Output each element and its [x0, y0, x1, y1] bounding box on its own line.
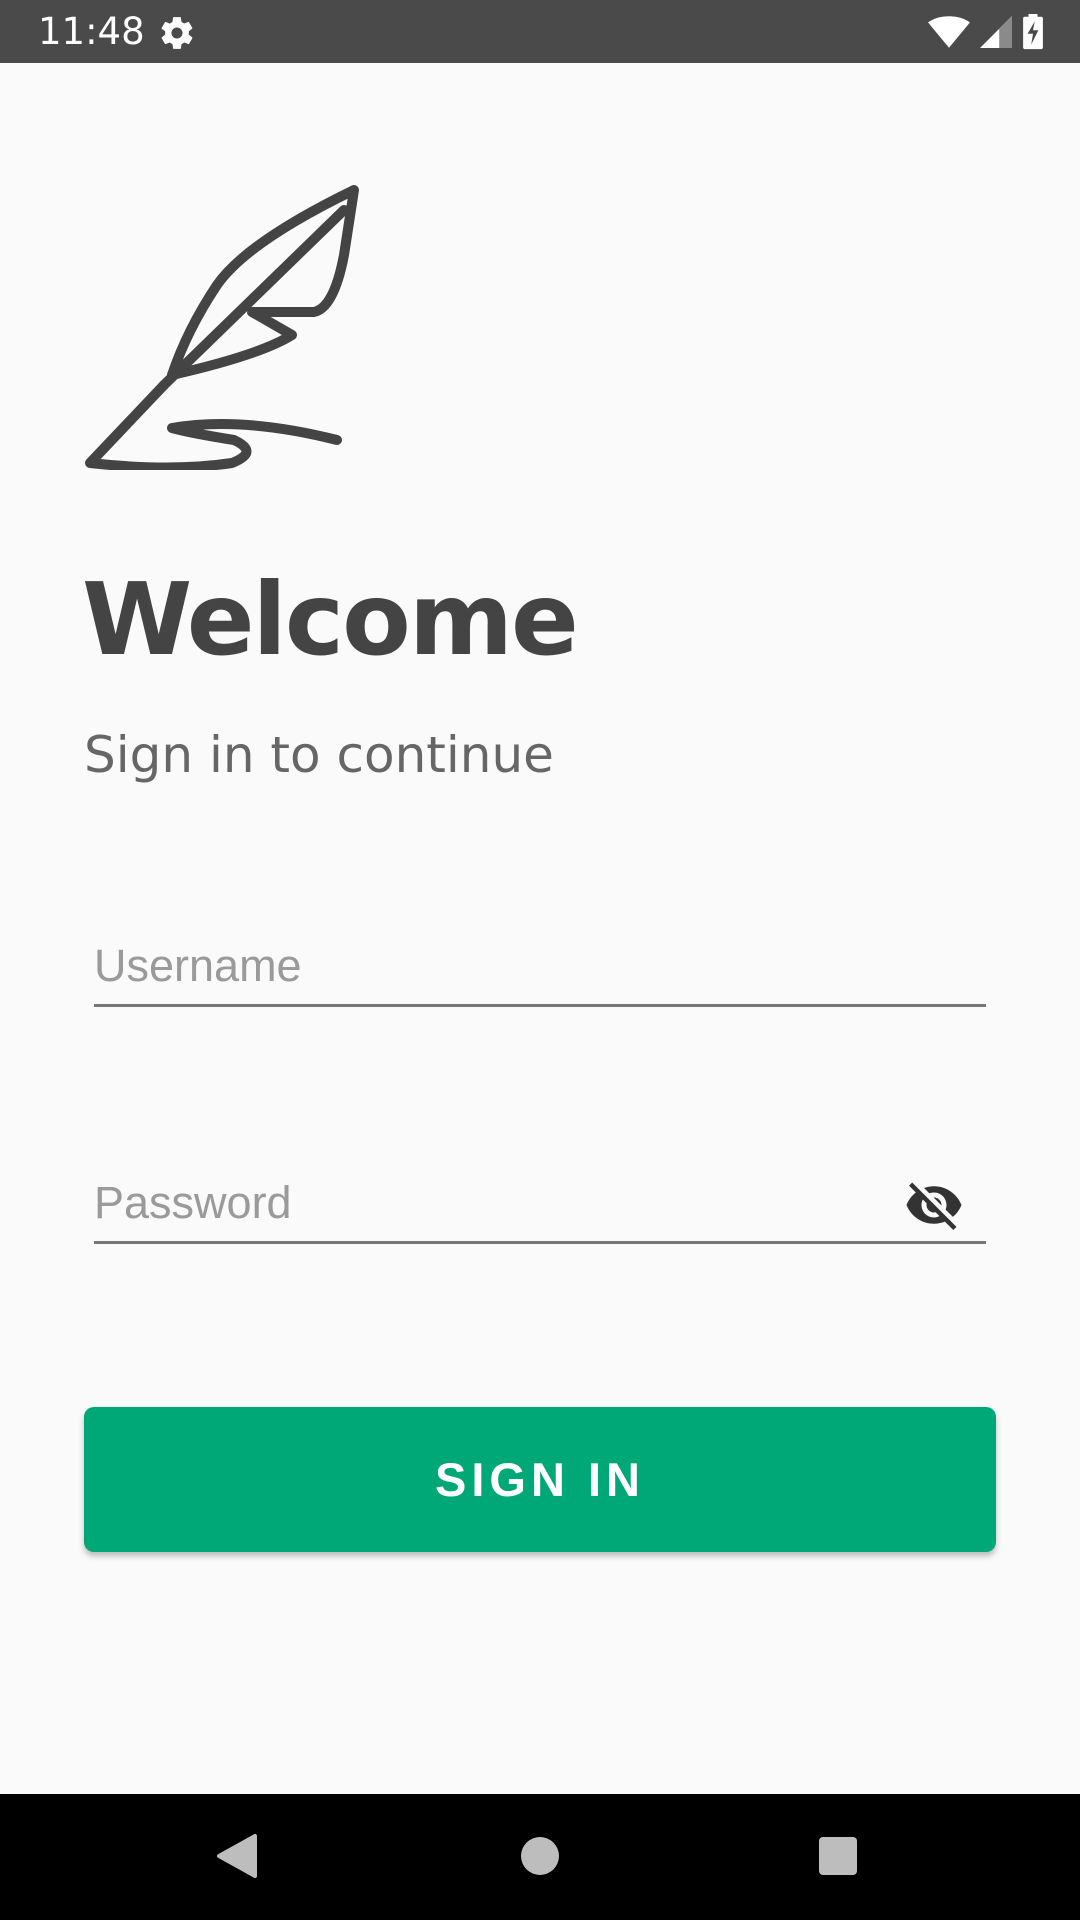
password-field[interactable]	[94, 1169, 986, 1244]
navigation-bar	[0, 1794, 1080, 1920]
home-icon[interactable]	[521, 1837, 559, 1875]
battery-charging-icon	[1023, 14, 1043, 50]
welcome-subtitle: Sign in to continue	[84, 726, 554, 784]
recents-icon[interactable]	[819, 1837, 857, 1875]
password-input[interactable]	[94, 1169, 894, 1237]
feather-quill-icon	[85, 185, 359, 470]
cell-signal-icon	[980, 16, 1012, 48]
status-bar: 11:48	[0, 0, 1080, 63]
welcome-title: Welcome	[82, 561, 579, 678]
visibility-off-icon[interactable]	[904, 1175, 964, 1235]
gear-icon	[161, 17, 193, 49]
login-screen: 11:48 Welcome Sign in to continue Userna…	[0, 0, 1080, 1920]
username-input[interactable]	[94, 932, 986, 1000]
back-icon[interactable]	[215, 1832, 259, 1880]
username-field[interactable]	[94, 932, 986, 1007]
status-icons	[928, 14, 1044, 50]
sign-in-button[interactable]: SIGN IN	[84, 1407, 996, 1552]
status-time: 11:48	[38, 10, 145, 53]
wifi-icon	[928, 16, 970, 48]
